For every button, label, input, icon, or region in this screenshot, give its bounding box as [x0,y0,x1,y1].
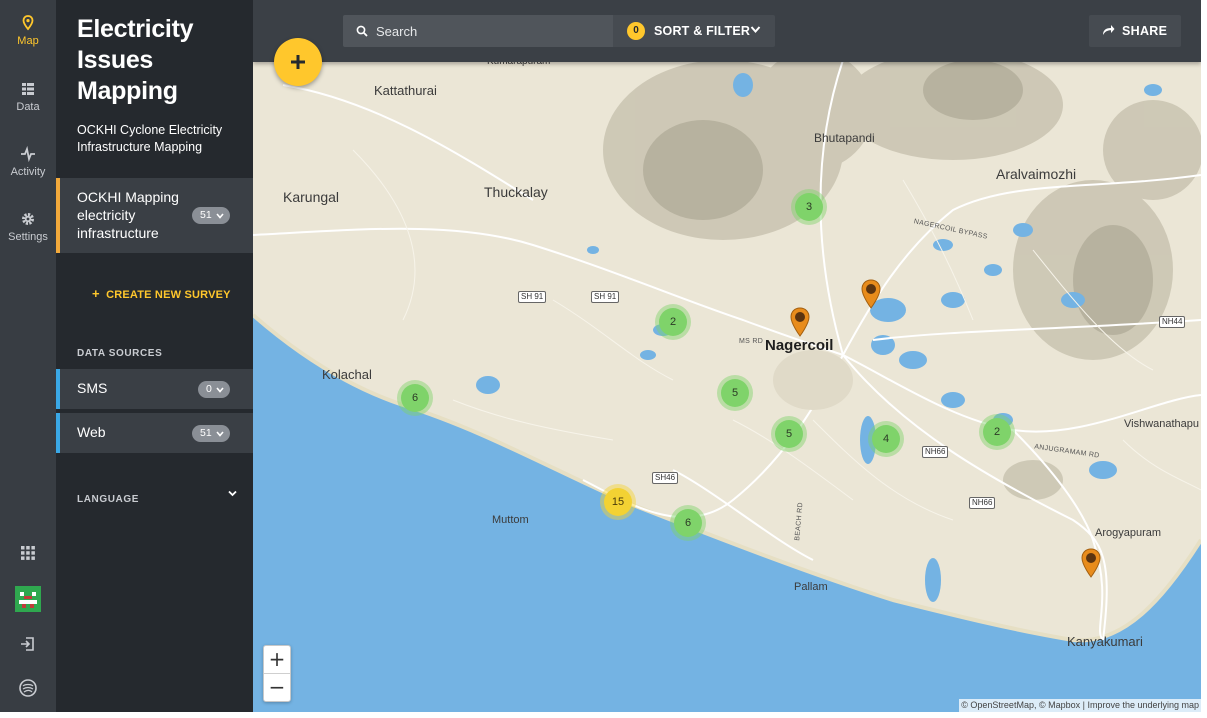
logout-button[interactable] [0,628,56,660]
data-sources-heading: DATA SOURCES [77,348,163,359]
gear-icon [22,213,34,225]
zoom-out-button[interactable]: − [264,674,290,702]
road-shield: NH66 [969,497,996,509]
data-source-count: 0 [206,383,212,395]
post-cluster[interactable]: 5 [775,420,803,448]
user-avatar[interactable] [0,583,56,615]
survey-count: 51 [200,209,212,221]
grid-icon [21,546,35,560]
sort-filter-button[interactable]: 0 SORT & FILTER [613,15,775,47]
post-marker-pin-icon[interactable] [860,279,882,309]
search-box[interactable] [343,15,613,47]
road-shield: SH 91 [518,291,547,303]
active-filter-count-badge: 0 [627,22,645,40]
map-attribution[interactable]: © OpenStreetMap, © Mapbox | Improve the … [959,699,1201,712]
post-marker-pin-icon[interactable] [1080,548,1102,578]
plus-icon: + [92,286,100,301]
share-arrow-icon [1103,25,1115,35]
nav-settings-label: Settings [8,231,48,243]
map-view[interactable]: Kattathurai Kumarapuram Bhutapandi Aralv… [253,0,1201,712]
deployment-sidebar: Electricity Issues Mapping OCKHI Cyclone… [56,0,253,712]
nagercoil-urban [773,350,853,410]
chevron-down-icon [216,212,224,219]
create-survey-label: CREATE NEW SURVEY [106,289,231,301]
survey-count-pill[interactable]: 51 [192,207,230,224]
logout-icon [21,637,34,651]
deployment-title: Electricity Issues Mapping [77,15,194,105]
nav-map[interactable]: Map [0,4,56,60]
search-icon [356,25,368,37]
create-survey-button[interactable]: + CREATE NEW SURVEY [92,286,231,301]
road-shield: NH44 [1159,316,1186,328]
post-cluster[interactable]: 5 [721,379,749,407]
data-source-sms[interactable]: SMS 0 [56,369,253,409]
post-cluster[interactable]: 4 [872,425,900,453]
post-cluster[interactable]: 3 [795,193,823,221]
sort-filter-label: SORT & FILTER [654,24,751,38]
map-pin-icon [22,15,34,31]
survey-filter-item[interactable]: OCKHI Mapping electricity infrastructure… [56,178,253,253]
chevron-down-icon [216,430,224,437]
zoom-control: + − [263,645,291,702]
language-label: LANGUAGE [77,494,140,505]
apps-grid-button[interactable] [0,537,56,569]
zoom-in-button[interactable]: + [264,646,290,674]
post-marker-pin-icon[interactable] [789,307,811,337]
survey-label: OCKHI Mapping electricity infrastructure [77,189,179,241]
road-shield: SH46 [652,472,679,484]
activity-pulse-icon [21,145,35,163]
road-shield: SH 91 [591,291,620,303]
road-name-label: MS RD [739,338,764,345]
ushahidi-logo-icon [19,679,37,697]
data-source-label: Web [77,424,106,440]
map-toolbar: 0 SORT & FILTER SHARE [253,0,1201,62]
language-selector[interactable]: LANGUAGE [77,489,237,505]
nav-activity[interactable]: Activity [0,135,56,191]
data-source-count-pill[interactable]: 51 [192,425,230,442]
plus-icon [291,55,305,69]
deployment-description: OCKHI Cyclone Electricity Infrastructure… [77,123,223,154]
data-source-web[interactable]: Web 51 [56,413,253,453]
map-basemap [253,0,1201,712]
data-source-label: SMS [77,380,108,396]
list-icon [22,83,34,95]
chevron-down-icon [216,386,224,393]
add-post-button[interactable] [274,38,322,86]
data-source-count-pill[interactable]: 0 [198,381,230,398]
main-nav-rail: Map Data Activity Settings [0,0,56,712]
post-cluster[interactable]: 6 [674,509,702,537]
chevron-down-icon [750,26,761,34]
post-cluster[interactable]: 6 [401,384,429,412]
app-window: Map Data Activity Settings Electricity I… [0,0,1207,718]
nav-map-label: Map [17,35,39,47]
road-shield: NH66 [922,446,949,458]
nav-data-label: Data [16,101,40,113]
search-input[interactable] [376,22,596,40]
post-cluster[interactable]: 15 [604,488,632,516]
avatar-identicon [15,586,41,612]
nav-settings[interactable]: Settings [0,200,56,256]
share-label: SHARE [1122,24,1168,38]
chevron-down-icon [228,490,237,497]
data-source-count: 51 [200,427,212,439]
nav-activity-label: Activity [10,166,46,178]
share-button[interactable]: SHARE [1089,15,1181,47]
nav-data[interactable]: Data [0,70,56,126]
post-cluster[interactable]: 2 [983,418,1011,446]
post-cluster[interactable]: 2 [659,308,687,336]
ushahidi-logo[interactable] [0,672,56,704]
